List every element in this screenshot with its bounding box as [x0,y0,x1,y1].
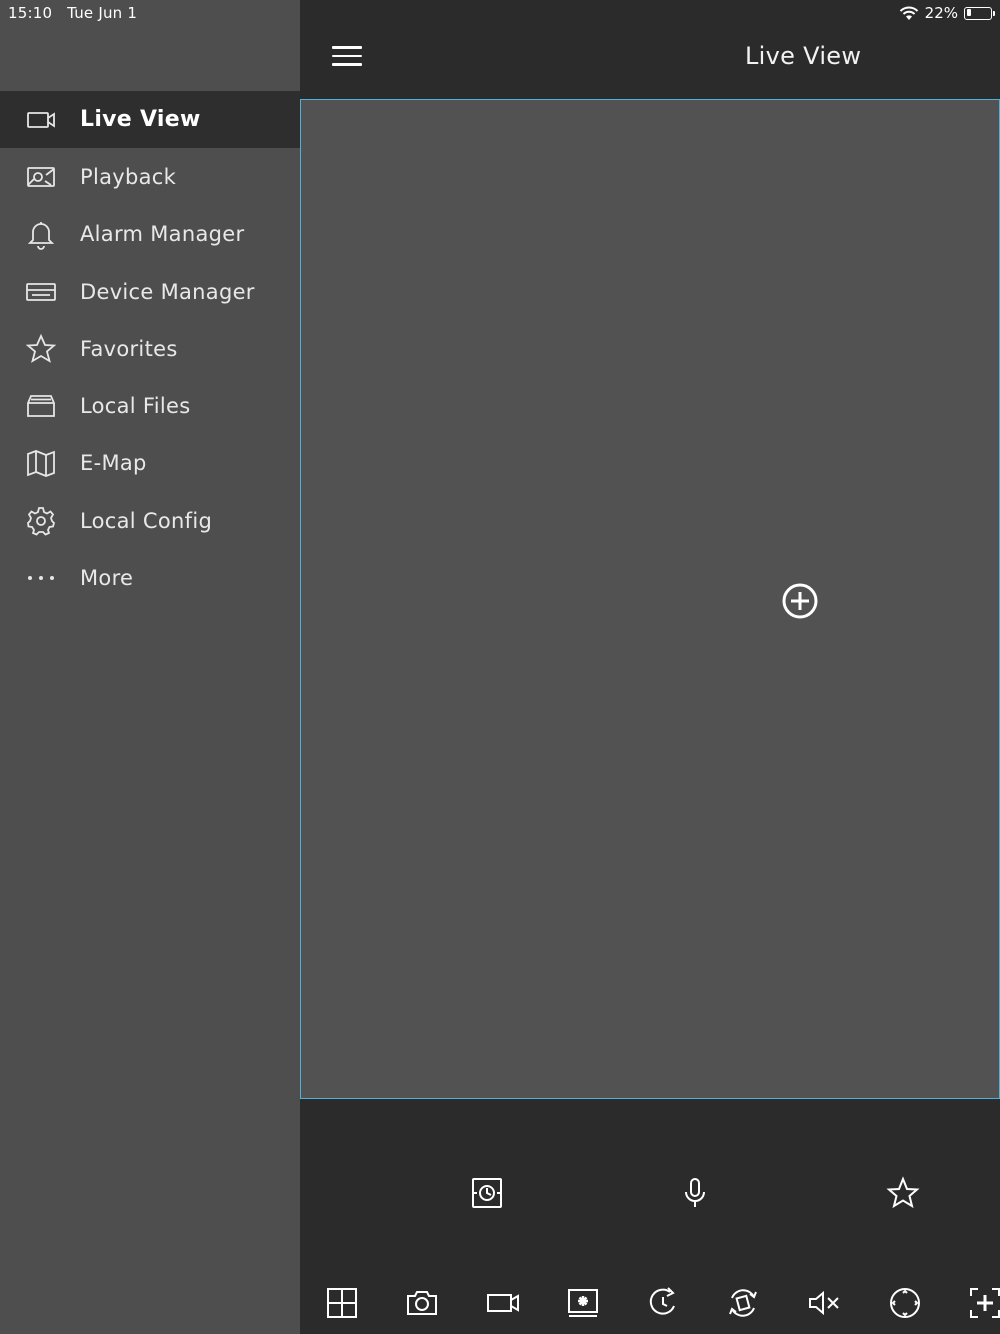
sidebar-item-label: Playback [80,164,177,189]
control-bar [300,1099,1000,1334]
map-icon [0,447,80,479]
status-clock: 15:10 [8,4,53,22]
rotate-icon[interactable] [726,1286,760,1320]
plus-circle-icon[interactable] [781,582,819,620]
sidebar: 15:10 Tue Jun 1 Live View Playback Alarm… [0,0,300,1334]
status-time: 15:10 Tue Jun 1 [8,4,137,22]
video-panel[interactable] [300,99,1000,1099]
page-title: Live View [745,42,862,70]
sidebar-item-local-files[interactable]: Local Files [0,377,300,434]
top-bar: Live View [300,0,1000,92]
status-indicators: 22% [899,4,995,22]
video-camera-icon [0,104,80,136]
more-dots-icon [0,562,80,594]
sidebar-item-label: Alarm Manager [80,222,245,247]
record-video-icon[interactable] [486,1286,520,1320]
sidebar-item-playback[interactable]: Playback [0,148,300,205]
star-icon [0,333,80,365]
sidebar-item-label: Device Manager [80,279,255,304]
microphone-icon[interactable] [678,1176,712,1210]
sidebar-item-e-map[interactable]: E-Map [0,435,300,492]
status-date: Tue Jun 1 [67,4,138,22]
sidebar-item-label: Live View [80,107,201,133]
snapshot-camera-icon[interactable] [405,1286,439,1320]
favorite-star-icon[interactable] [886,1176,920,1210]
sidebar-nav: Live View Playback Alarm Manager Device … [0,91,300,607]
bell-icon [0,218,80,251]
sidebar-item-label: Local Files [80,394,191,419]
sidebar-item-more[interactable]: More [0,549,300,606]
instant-playback-icon[interactable] [470,1176,504,1210]
fullscreen-icon[interactable] [968,1286,1000,1320]
hamburger-menu-icon[interactable] [332,46,362,70]
screen-capture-icon[interactable] [566,1286,600,1320]
wifi-icon [899,6,918,20]
folder-icon [0,390,80,422]
sidebar-item-local-config[interactable]: Local Config [0,492,300,549]
mute-icon[interactable] [807,1286,841,1320]
sidebar-item-label: Favorites [80,336,178,361]
sidebar-item-label: E-Map [80,451,147,476]
sidebar-item-favorites[interactable]: Favorites [0,320,300,377]
sidebar-item-alarm-manager[interactable]: Alarm Manager [0,206,300,263]
gear-icon [0,505,80,537]
sidebar-item-label: Local Config [80,508,213,533]
ptz-icon[interactable] [888,1286,922,1320]
refresh-icon[interactable] [646,1286,680,1320]
playback-icon [0,161,80,193]
sidebar-item-label: More [80,566,134,591]
grid-layout-icon[interactable] [325,1286,359,1320]
sidebar-item-live-view[interactable]: Live View [0,91,300,149]
sidebar-item-device-manager[interactable]: Device Manager [0,263,300,320]
device-icon [0,276,80,308]
battery-percent: 22% [924,4,958,22]
battery-icon [964,6,995,20]
